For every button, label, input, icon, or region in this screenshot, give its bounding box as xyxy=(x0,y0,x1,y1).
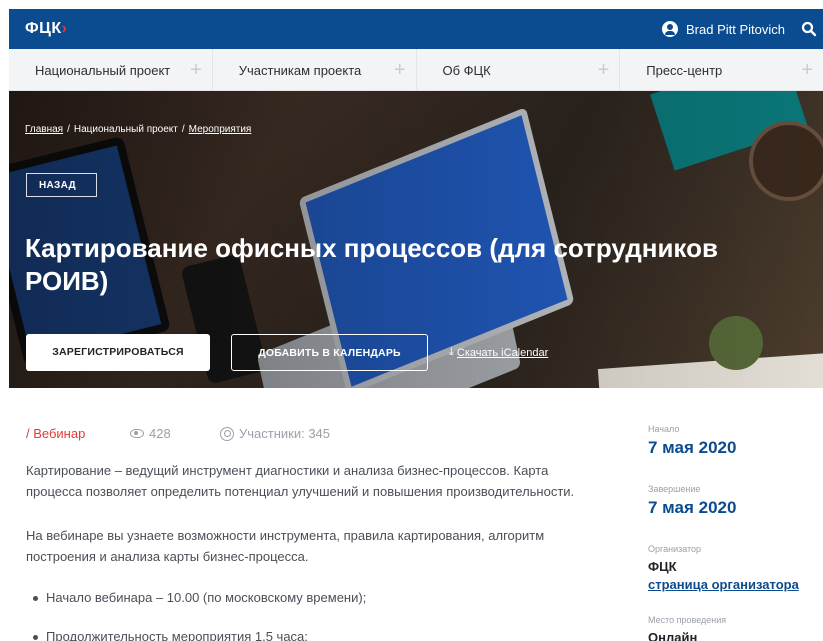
venue-block: Место проведения Онлайн xyxy=(648,615,818,641)
add-to-calendar-button[interactable]: ДОБАВИТЬ В КАЛЕНДАРЬ xyxy=(231,334,428,371)
back-button[interactable]: НАЗАД xyxy=(26,173,97,197)
nav-item-press-center[interactable]: Пресс-центр + xyxy=(620,49,823,90)
event-type-tag[interactable]: / Вебинар xyxy=(26,426,130,441)
end-block: Завершение 7 мая 2020 xyxy=(648,484,818,518)
eye-icon xyxy=(130,429,144,438)
nav-item-participants[interactable]: Участникам проекта + xyxy=(213,49,417,90)
search-icon[interactable] xyxy=(801,21,817,37)
logo-text: ФЦК xyxy=(25,20,62,37)
venue-label: Место проведения xyxy=(648,615,727,625)
list-item: Продолжительность мероприятия 1,5 часа; xyxy=(26,627,606,641)
participants-counter: Участники: 345 xyxy=(220,426,330,441)
list-item: Начало вебинара – 10.00 (по московскому … xyxy=(26,588,606,627)
user-circle-icon xyxy=(662,21,678,37)
logo-mark: › xyxy=(61,20,68,37)
breadcrumb-home-link[interactable]: Главная xyxy=(25,124,63,135)
start-date: 7 мая 2020 xyxy=(648,438,737,457)
organizer-page-link[interactable]: страница организатора xyxy=(648,577,818,592)
user-menu[interactable]: Brad Pitt Pitovich xyxy=(662,21,785,37)
top-bar: ФЦК› Brad Pitt Pitovich xyxy=(9,9,823,49)
event-details-list: Начало вебинара – 10.00 (по московскому … xyxy=(26,588,606,641)
event-description-2: На вебинаре вы узнаете возможности инстр… xyxy=(26,528,545,564)
plus-icon[interactable]: + xyxy=(598,59,610,82)
venue-value: Онлайн xyxy=(648,630,698,641)
start-label: Начало xyxy=(648,424,680,434)
breadcrumb-separator: / xyxy=(67,124,70,135)
nav-item-label: Участникам проекта xyxy=(238,63,362,78)
organizer-label: Организатор xyxy=(648,544,702,554)
event-meta: / Вебинар 428 Участники: 345 xyxy=(26,426,330,441)
nav-item-national-project[interactable]: Национальный проект + xyxy=(9,49,213,90)
plus-icon[interactable]: + xyxy=(190,59,202,82)
download-icalendar-label: Скачать iCalendar xyxy=(456,346,549,359)
nav-item-label: Национальный проект xyxy=(35,63,171,78)
event-description-1: Картирование – ведущий инструмент диагно… xyxy=(26,463,575,499)
hero-banner: Главная / Национальный проект / Мероприя… xyxy=(9,91,823,388)
plus-icon[interactable]: + xyxy=(801,59,813,82)
nav-item-label: Пресс-центр xyxy=(646,63,723,78)
download-icalendar-link[interactable]: ⤓ Скачать iCalendar xyxy=(449,346,548,359)
end-date: 7 мая 2020 xyxy=(648,498,737,517)
breadcrumb-events-link[interactable]: Мероприятия xyxy=(189,124,252,135)
breadcrumb: Главная / Национальный проект / Мероприя… xyxy=(25,124,251,135)
plus-icon[interactable]: + xyxy=(394,59,406,82)
user-name: Brad Pitt Pitovich xyxy=(686,21,785,37)
participants-count: Участники: 345 xyxy=(239,426,331,441)
logo[interactable]: ФЦК› xyxy=(25,20,67,38)
start-block: Начало 7 мая 2020 xyxy=(648,424,818,458)
end-label: Завершение xyxy=(648,484,701,494)
nav-item-about[interactable]: Об ФЦК + xyxy=(417,49,621,90)
views-counter: 428 xyxy=(130,426,220,441)
organizer-name: ФЦК xyxy=(648,559,677,574)
breadcrumb-project: Национальный проект xyxy=(73,124,178,135)
register-button[interactable]: ЗАРЕГИСТРИРОВАТЬСЯ xyxy=(26,334,210,371)
nav-item-label: Об ФЦК xyxy=(442,63,491,78)
breadcrumb-separator: / xyxy=(181,124,185,135)
download-icon: ⤓ xyxy=(449,346,454,358)
views-count: 428 xyxy=(149,426,171,441)
organizer-block: Организатор ФЦК страница организатора xyxy=(648,544,818,592)
main-nav: Национальный проект + Участникам проекта… xyxy=(9,49,823,91)
participants-icon xyxy=(220,426,234,441)
page-title: Картирование офисных процессов (для сотр… xyxy=(25,233,718,296)
